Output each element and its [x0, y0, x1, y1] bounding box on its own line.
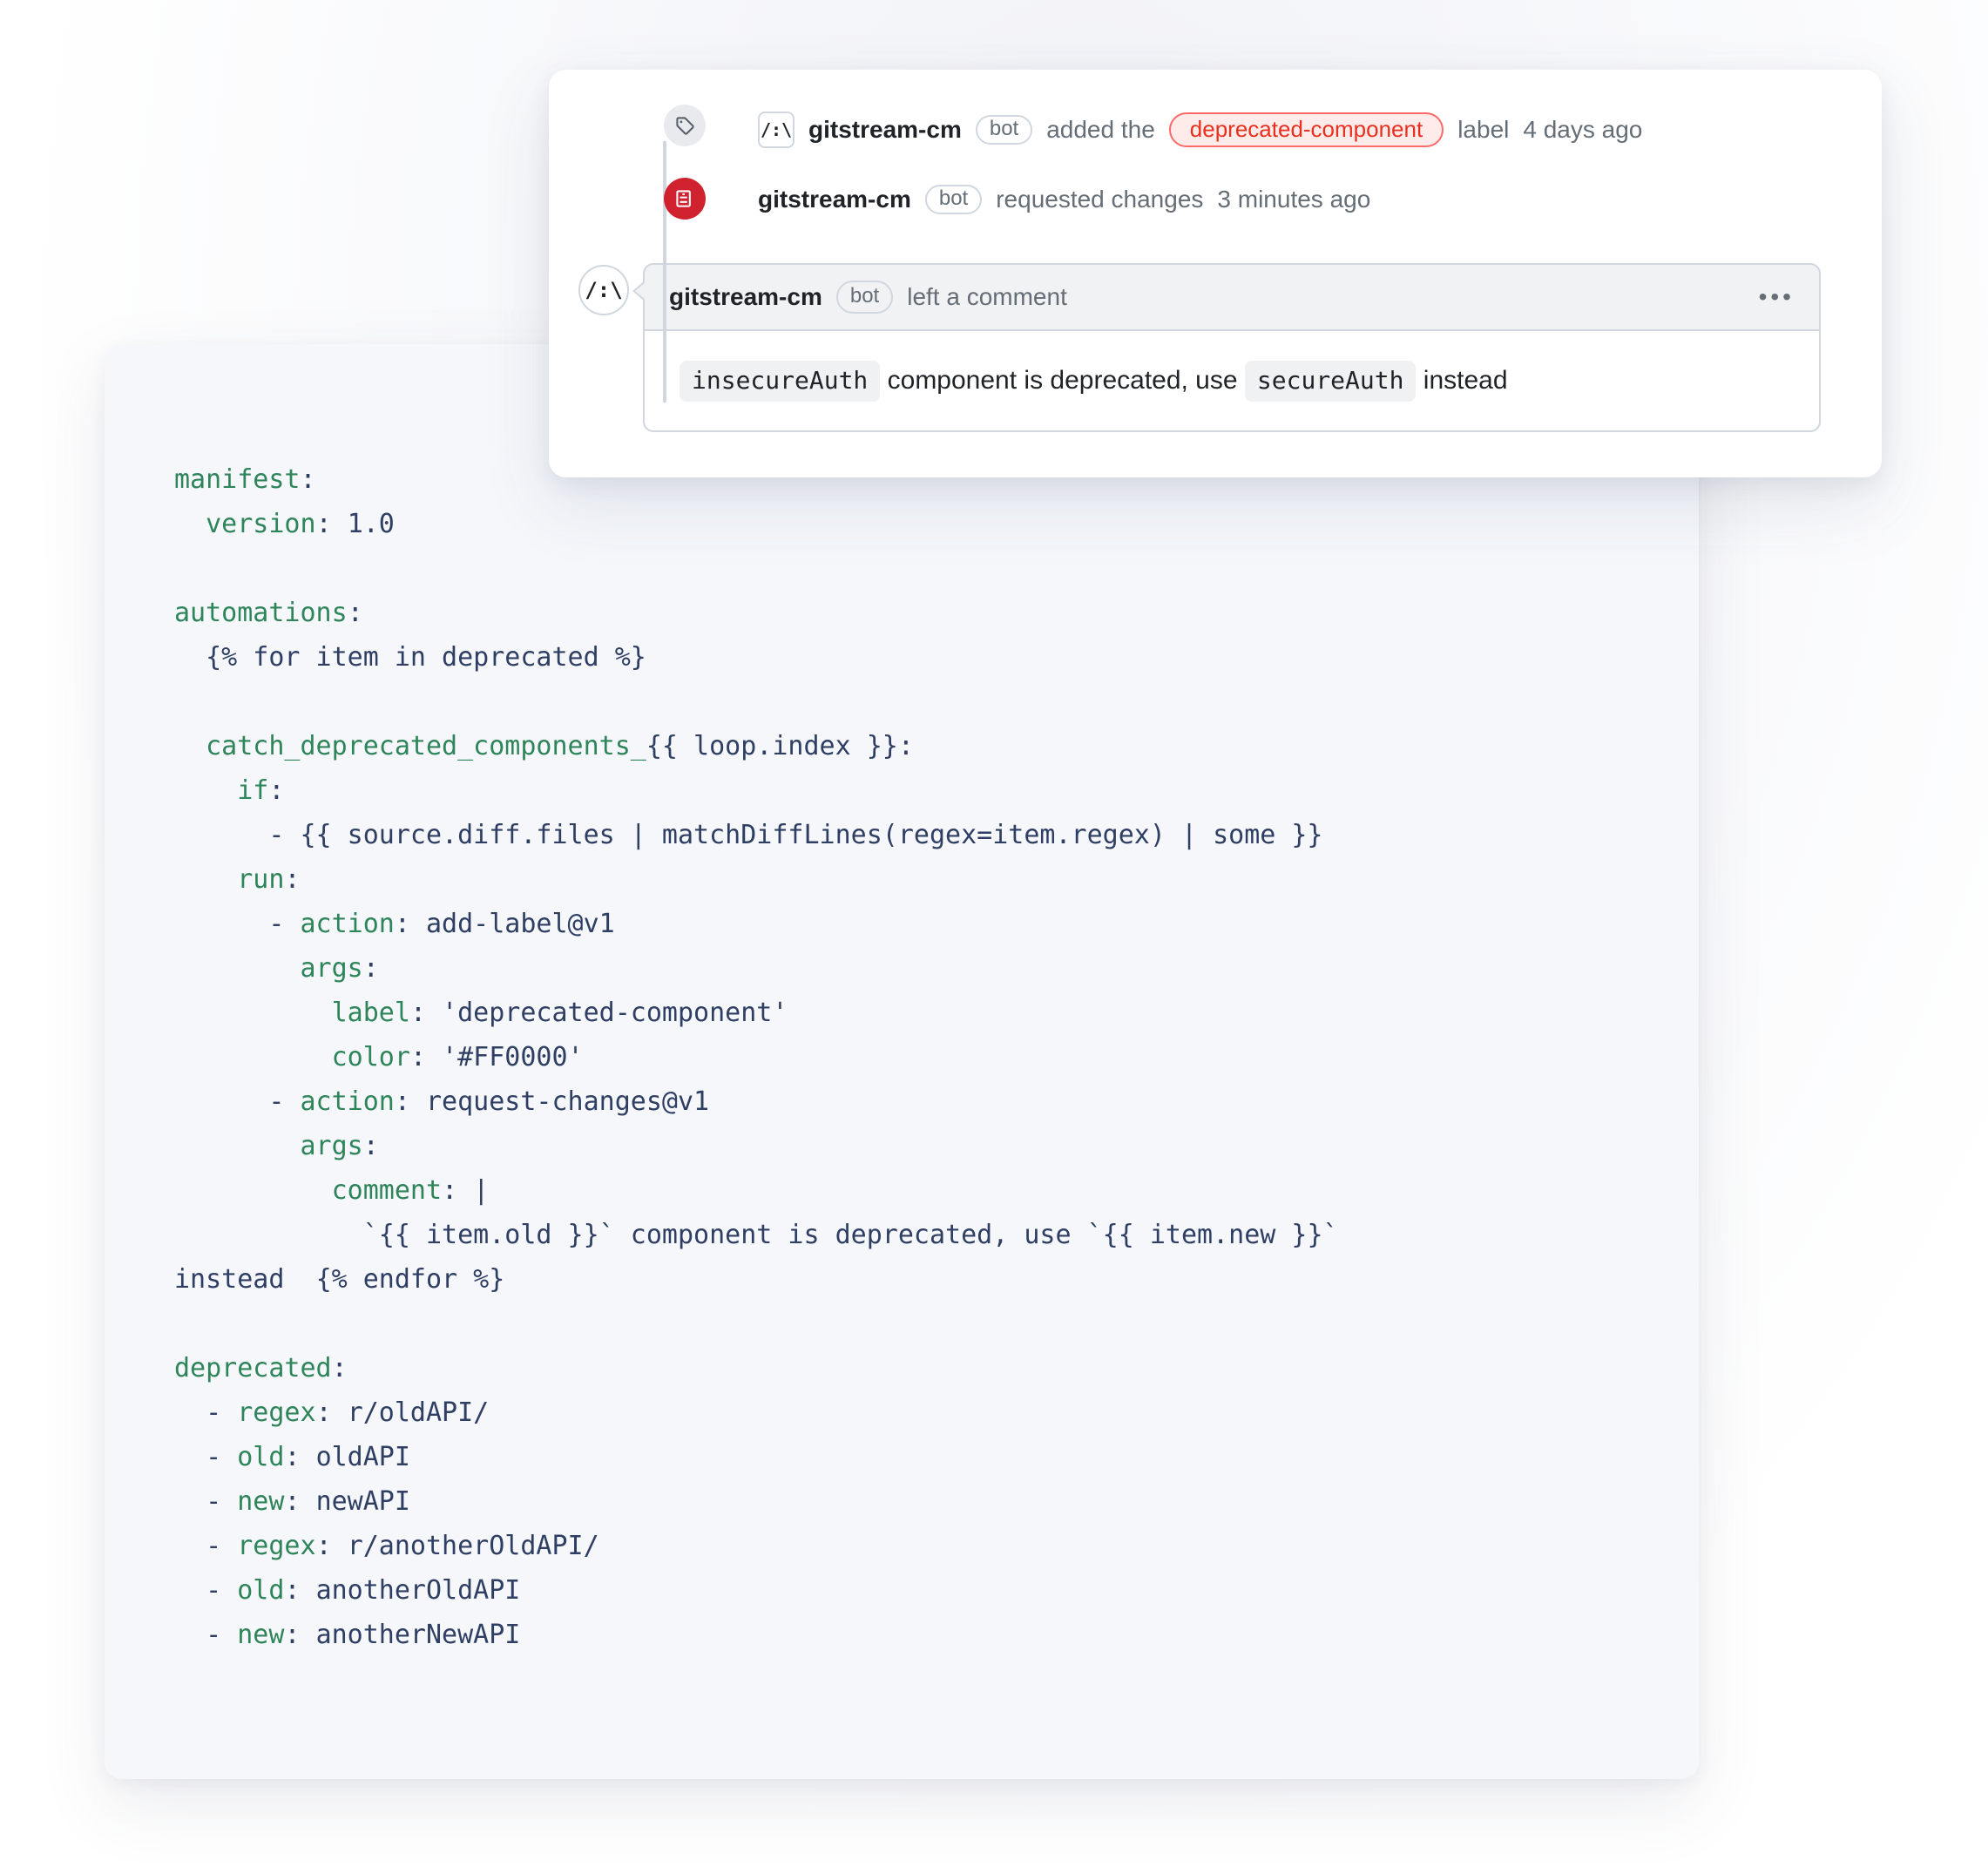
- code-key: if: [237, 775, 268, 806]
- code-value: request-changes@v1: [426, 1086, 709, 1117]
- code-key: run: [237, 864, 284, 895]
- event-text: requested changes: [996, 187, 1203, 212]
- code-template: {{ loop.index }}: [646, 731, 898, 761]
- code-key: deprecated: [174, 1353, 332, 1384]
- code-template: `{{ item.old }}`: [363, 1220, 615, 1250]
- actor-name[interactable]: gitstream-cm: [758, 187, 911, 212]
- code-value: newAPI: [316, 1486, 410, 1517]
- code-value: 1.0: [348, 509, 395, 539]
- code-key: catch_deprecated_components_: [206, 731, 646, 761]
- actor-name[interactable]: gitstream-cm: [669, 283, 822, 311]
- config-code-card: manifest: version: 1.0 automations: {% f…: [105, 344, 1699, 1779]
- code-template: - {{ source.diff.files | matchDiffLines(…: [268, 820, 1322, 850]
- bot-badge: bot: [925, 185, 982, 214]
- event-text-after: label: [1457, 118, 1509, 142]
- actor-name[interactable]: gitstream-cm: [808, 118, 962, 142]
- pr-timeline-card: /:\ gitstream-cm bot added the deprecate…: [549, 70, 1882, 477]
- file-diff-icon: [664, 178, 706, 220]
- code-key: color: [332, 1042, 410, 1072]
- code-key: old: [237, 1442, 284, 1472]
- code-value: anotherNewAPI: [316, 1620, 521, 1650]
- code-key: action: [301, 909, 395, 939]
- code-template: {% endfor %}: [316, 1264, 505, 1295]
- code-value: |: [473, 1175, 489, 1206]
- code-key: manifest: [174, 464, 301, 495]
- timeline-comment: /:\ gitstream-cm bot left a comment ••• …: [643, 263, 1821, 432]
- code-key: label: [332, 998, 410, 1028]
- code-value: add-label@v1: [426, 909, 615, 939]
- code-key: args: [301, 953, 363, 984]
- comment-header: gitstream-cm bot left a comment •••: [643, 263, 1821, 331]
- event-time: 3 minutes ago: [1217, 187, 1370, 212]
- code-key: regex: [237, 1531, 315, 1561]
- yaml-code-block: manifest: version: 1.0 automations: {% f…: [174, 457, 1629, 1657]
- event-time: 4 days ago: [1523, 118, 1642, 142]
- code-value: 'deprecated-component': [442, 998, 788, 1028]
- code-key: args: [301, 1131, 363, 1161]
- code-key: action: [301, 1086, 395, 1117]
- timeline-changes-event: gitstream-cm bot requested changes 3 min…: [758, 179, 1821, 246]
- code-key: comment: [332, 1175, 442, 1206]
- code-value: oldAPI: [316, 1442, 410, 1472]
- event-text: added the: [1046, 118, 1155, 142]
- code-value: r/oldAPI/: [348, 1397, 490, 1428]
- code-value: '#FF0000': [442, 1042, 584, 1072]
- code-value: r/anotherOldAPI/: [348, 1531, 599, 1561]
- code-value: instead: [174, 1264, 284, 1295]
- code-value: component is deprecated, use: [631, 1220, 1072, 1250]
- code-key: automations: [174, 598, 348, 628]
- code-template: `{{ item.new }}`: [1087, 1220, 1339, 1250]
- tag-icon: [664, 105, 706, 146]
- comment-text: instead: [1416, 366, 1507, 395]
- label-pill[interactable]: deprecated-component: [1169, 112, 1444, 147]
- comment-body: insecureAuth component is deprecated, us…: [643, 331, 1821, 432]
- timeline-label-event: /:\ gitstream-cm bot added the deprecate…: [758, 106, 1821, 179]
- timeline-connector: [663, 141, 666, 403]
- comment-text: component is deprecated, use: [880, 366, 1245, 395]
- code-key: version: [206, 509, 315, 539]
- code-template: {% for item in deprecated %}: [206, 642, 646, 673]
- code-key: new: [237, 1486, 284, 1517]
- code-value: anotherOldAPI: [316, 1575, 521, 1606]
- code-key: new: [237, 1620, 284, 1650]
- bot-badge: bot: [836, 281, 893, 314]
- code-key: regex: [237, 1397, 315, 1428]
- comment-action-text: left a comment: [907, 283, 1067, 311]
- kebab-icon[interactable]: •••: [1759, 283, 1795, 311]
- actor-avatar[interactable]: /:\: [578, 265, 629, 315]
- code-token: insecureAuth: [680, 361, 880, 402]
- actor-avatar[interactable]: /:\: [758, 112, 795, 148]
- code-key: old: [237, 1575, 284, 1606]
- code-token: secureAuth: [1245, 361, 1417, 402]
- bot-badge: bot: [976, 115, 1032, 145]
